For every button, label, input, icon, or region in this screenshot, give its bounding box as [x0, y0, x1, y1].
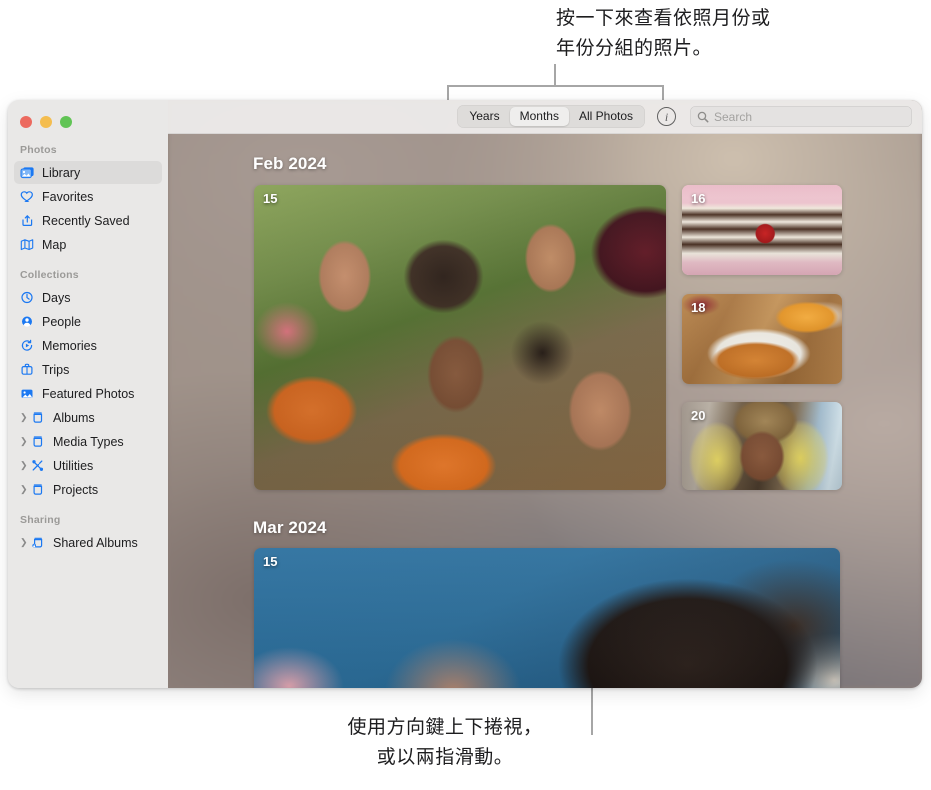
album-icon — [31, 411, 51, 424]
memories-icon — [20, 339, 40, 352]
photo-tile[interactable]: 15 — [254, 548, 840, 688]
segment-all-photos[interactable]: All Photos — [569, 107, 643, 126]
sidebar-item-recently-saved[interactable]: Recently Saved — [14, 209, 162, 232]
segment-months[interactable]: Months — [509, 107, 569, 126]
shared-album-icon — [31, 536, 51, 549]
sidebar-group-title-sharing: Sharing — [20, 514, 61, 526]
sidebar-item-favorites[interactable]: Favorites — [14, 185, 162, 208]
picture-icon — [20, 387, 40, 400]
toolbar: Years Months All Photos i Search — [168, 100, 922, 134]
zoom-button[interactable] — [60, 116, 72, 128]
map-icon — [20, 238, 40, 251]
person-icon — [20, 315, 40, 328]
chevron-right-icon[interactable]: ❯ — [20, 461, 31, 470]
clock-icon — [20, 291, 40, 304]
sidebar-item-label: Trips — [42, 362, 70, 377]
sidebar-group-title-collections: Collections — [20, 269, 79, 281]
sidebar-item-label: Memories — [42, 338, 97, 353]
callout-top-leader-tick-left — [447, 85, 449, 100]
sidebar-item-label: Map — [42, 237, 67, 252]
chevron-right-icon[interactable]: ❯ — [20, 485, 31, 494]
sidebar-item-label: Library — [42, 165, 81, 180]
suitcase-icon — [20, 363, 40, 376]
album-icon — [31, 483, 51, 496]
photo-tile[interactable]: 20 — [682, 402, 842, 490]
photo-date-badge: 20 — [691, 408, 706, 423]
view-mode-segmented-control[interactable]: Years Months All Photos — [457, 105, 645, 128]
sidebar-item-label: Days — [42, 290, 71, 305]
photo-date-badge: 15 — [263, 191, 278, 206]
month-header-feb-2024: Feb 2024 — [253, 154, 327, 173]
sidebar-item-map[interactable]: Map — [14, 233, 162, 256]
sidebar-item-shared-albums[interactable]: ❯ Shared Albums — [14, 531, 162, 554]
search-field[interactable]: Search — [690, 106, 912, 127]
photo-tile[interactable]: 15 — [254, 185, 666, 490]
sidebar-item-people[interactable]: People — [14, 310, 162, 333]
photo-date-badge: 18 — [691, 300, 706, 315]
sidebar-group-title-photos: Photos — [20, 144, 57, 156]
tools-icon — [31, 459, 51, 472]
minimize-button[interactable] — [40, 116, 52, 128]
sidebar-item-memories[interactable]: Memories — [14, 334, 162, 357]
photo-date-badge: 15 — [263, 554, 278, 569]
sidebar-item-label: Featured Photos — [42, 386, 135, 401]
album-icon — [31, 435, 51, 448]
sidebar-item-utilities[interactable]: ❯ Utilities — [14, 454, 162, 477]
sidebar-item-label: Favorites — [42, 189, 94, 204]
photos-app-window: Photos Library Favorites Recently Saved — [8, 100, 922, 688]
month-header-mar-2024: Mar 2024 — [253, 518, 327, 537]
segment-years[interactable]: Years — [459, 107, 509, 126]
sidebar-item-albums[interactable]: ❯ Albums — [14, 406, 162, 429]
search-placeholder: Search — [714, 109, 753, 124]
sidebar-item-label: Recently Saved — [42, 213, 130, 228]
callout-bottom-text: 使用方向鍵上下捲視， 或以兩指滑動。 — [347, 717, 543, 768]
photo-date-badge: 16 — [691, 191, 706, 206]
photo-tile[interactable]: 18 — [682, 294, 842, 384]
sidebar-item-trips[interactable]: Trips — [14, 358, 162, 381]
sidebar-item-library[interactable]: Library — [14, 161, 162, 184]
chevron-right-icon[interactable]: ❯ — [20, 437, 31, 446]
sidebar-item-label: Projects — [53, 482, 99, 497]
callout-top-leader-bar — [447, 85, 664, 87]
sidebar: Photos Library Favorites Recently Saved — [8, 100, 168, 688]
window-controls — [8, 106, 168, 132]
sidebar-item-label: Shared Albums — [53, 535, 138, 550]
sidebar-item-label: Media Types — [53, 434, 124, 449]
close-button[interactable] — [20, 116, 32, 128]
sidebar-item-label: Albums — [53, 410, 95, 425]
sidebar-item-label: Utilities — [53, 458, 94, 473]
search-icon — [697, 111, 709, 122]
chevron-right-icon[interactable]: ❯ — [20, 538, 31, 547]
sidebar-item-days[interactable]: Days — [14, 286, 162, 309]
sidebar-item-projects[interactable]: ❯ Projects — [14, 478, 162, 501]
sidebar-item-media-types[interactable]: ❯ Media Types — [14, 430, 162, 453]
photo-grid-scroll-area[interactable]: Feb 2024 15 16 18 20 Mar 2024 15 — [168, 134, 922, 688]
photo-tile[interactable]: 16 — [682, 185, 842, 275]
sidebar-item-label: People — [42, 314, 81, 329]
heart-icon — [20, 190, 40, 203]
callout-top-leader-tick-right — [662, 85, 664, 100]
chevron-right-icon[interactable]: ❯ — [20, 413, 31, 422]
sidebar-item-featured-photos[interactable]: Featured Photos — [14, 382, 162, 405]
photos-library-icon — [20, 166, 40, 179]
info-icon[interactable]: i — [657, 107, 676, 126]
library-content: Years Months All Photos i Search Feb 202… — [168, 100, 922, 688]
save-arrow-icon — [20, 214, 40, 227]
callout-top-leader-stem — [554, 64, 556, 86]
callout-top-text: 按一下來查看依照月份或 年份分組的照片。 — [556, 8, 771, 59]
